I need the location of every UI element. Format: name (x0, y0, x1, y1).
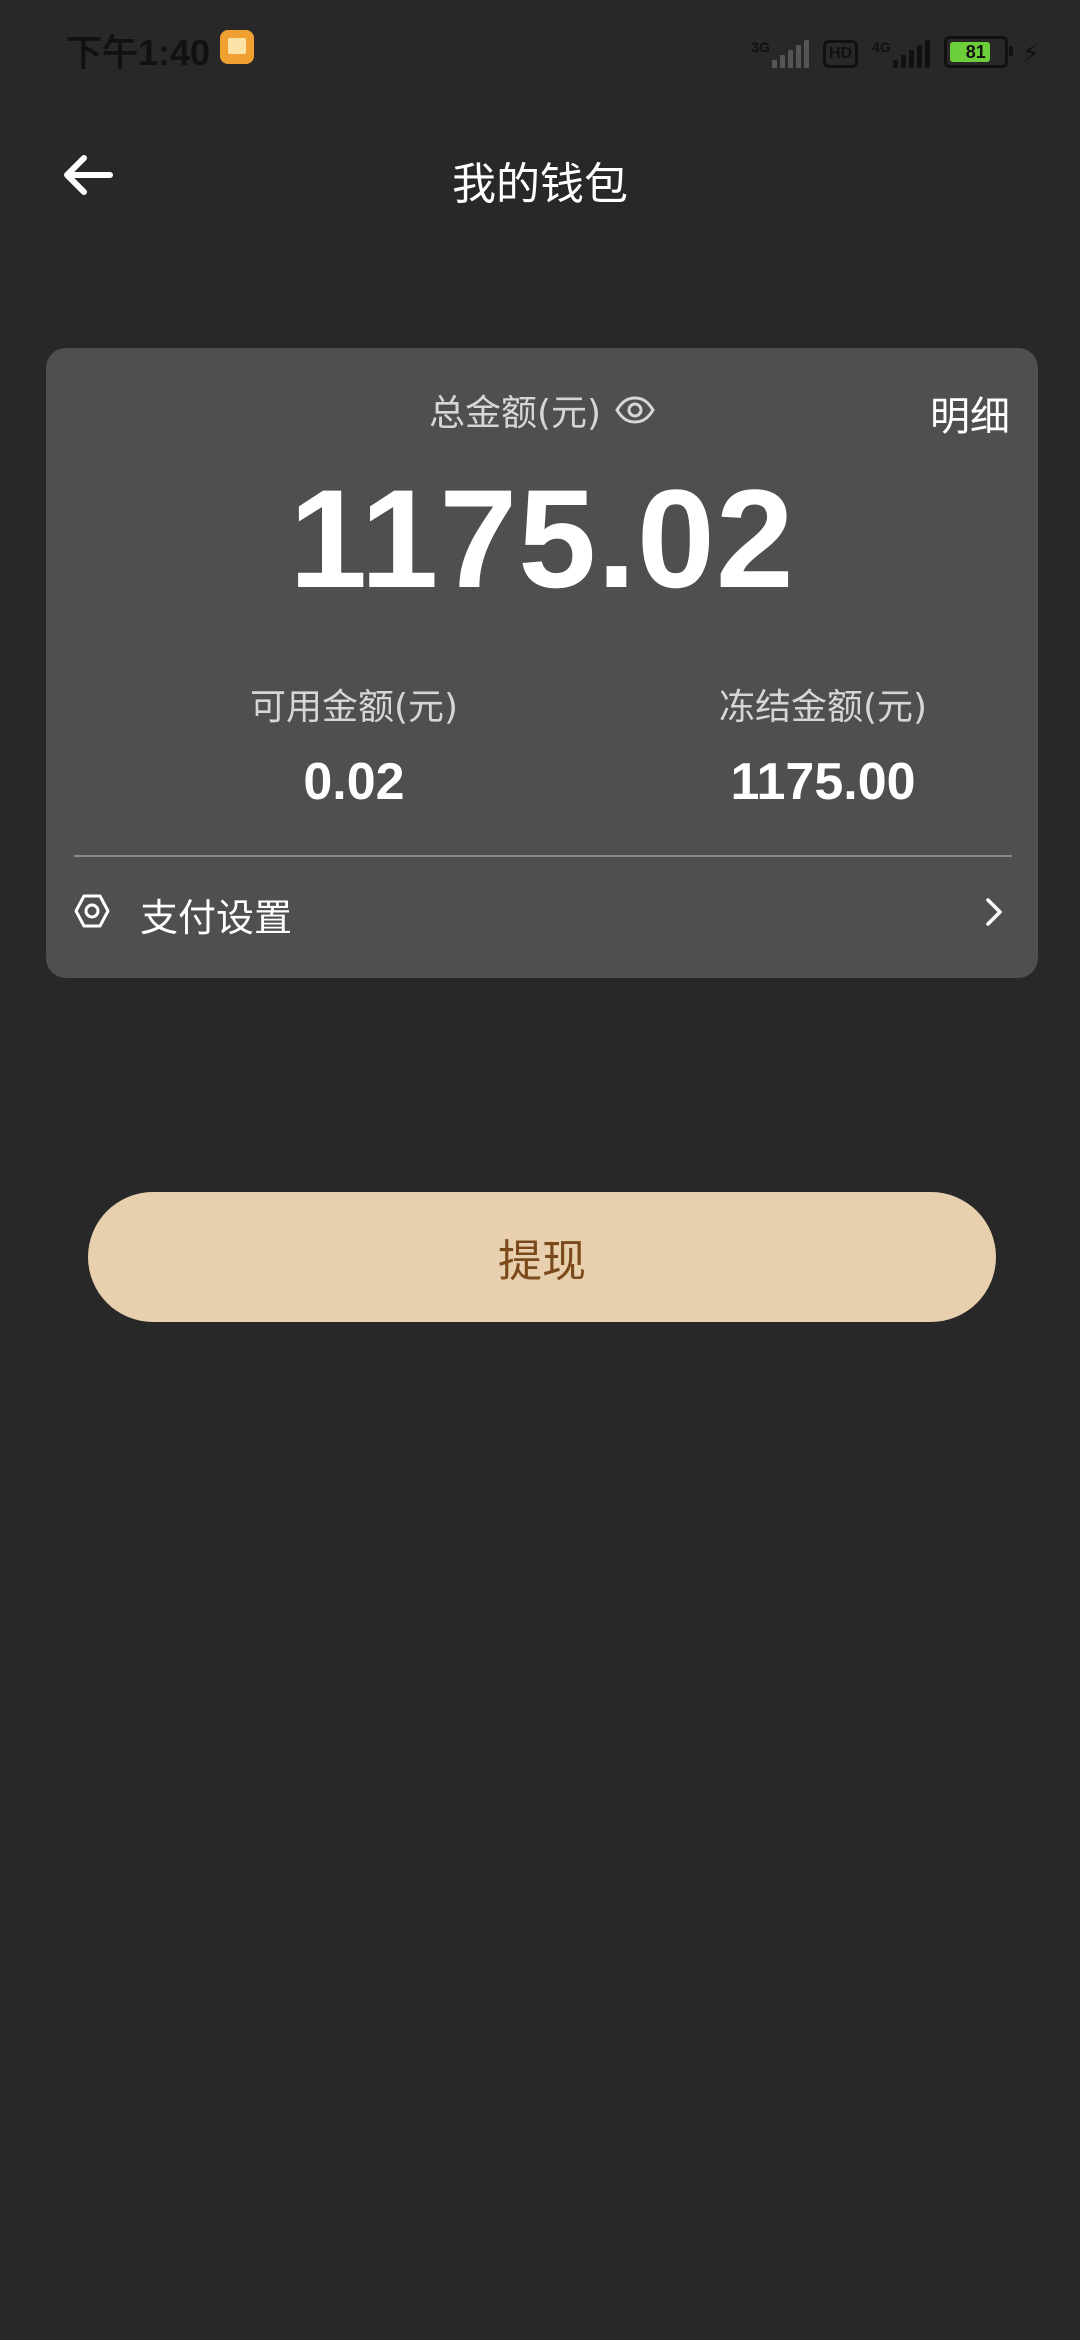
details-link[interactable]: 明细 (930, 384, 1010, 442)
withdraw-button[interactable]: 提现 (88, 1192, 996, 1322)
battery-level: 81 (965, 41, 986, 62)
notification-app-icon (220, 30, 254, 64)
wallet-card: 总金额(元) 明细 1175.02 可用金额(元) 0.02 冻结金额(元) 1… (46, 348, 1038, 978)
charging-icon: ⚡ (1021, 39, 1040, 69)
battery-icon: 81 (943, 36, 1013, 68)
network-type-label: 3G (751, 39, 770, 55)
pay-settings-label: 支付设置 (140, 896, 293, 940)
available-balance: 可用金额(元) 0.02 (154, 678, 554, 812)
hd-badge: HD (822, 40, 859, 68)
total-amount: 1175.02 (289, 460, 795, 617)
total-amount-label: 总金额(元) (428, 393, 602, 434)
pay-settings-row[interactable]: 支付设置 (46, 857, 1038, 967)
page-title: 我的钱包 (452, 159, 628, 210)
chevron-right-icon (986, 898, 1002, 926)
signal-4g: 4G (872, 40, 930, 68)
status-time: 下午1:40 (66, 32, 211, 73)
frozen-balance: 冻结金额(元) 1175.00 (623, 678, 1023, 812)
status-bar: 下午1:40 3G HD 4G 81 ⚡ (0, 0, 1080, 100)
available-amount-label: 可用金额(元) (249, 687, 459, 728)
frozen-amount: 1175.00 (730, 753, 916, 811)
network-type-label: 4G (872, 39, 891, 55)
frozen-amount-label: 冻结金额(元) (718, 687, 928, 728)
total-label-row: 总金额(元) (46, 384, 1038, 436)
signal-bars-icon (892, 40, 930, 68)
signal-bars-icon (771, 40, 809, 68)
status-icons: 3G HD 4G 81 ⚡ (751, 28, 1040, 68)
header: 我的钱包 (0, 120, 1080, 230)
signal-3g: 3G (751, 40, 809, 68)
settings-hexagon-icon (74, 894, 110, 928)
eye-icon[interactable] (615, 396, 655, 424)
available-amount: 0.02 (303, 753, 405, 811)
